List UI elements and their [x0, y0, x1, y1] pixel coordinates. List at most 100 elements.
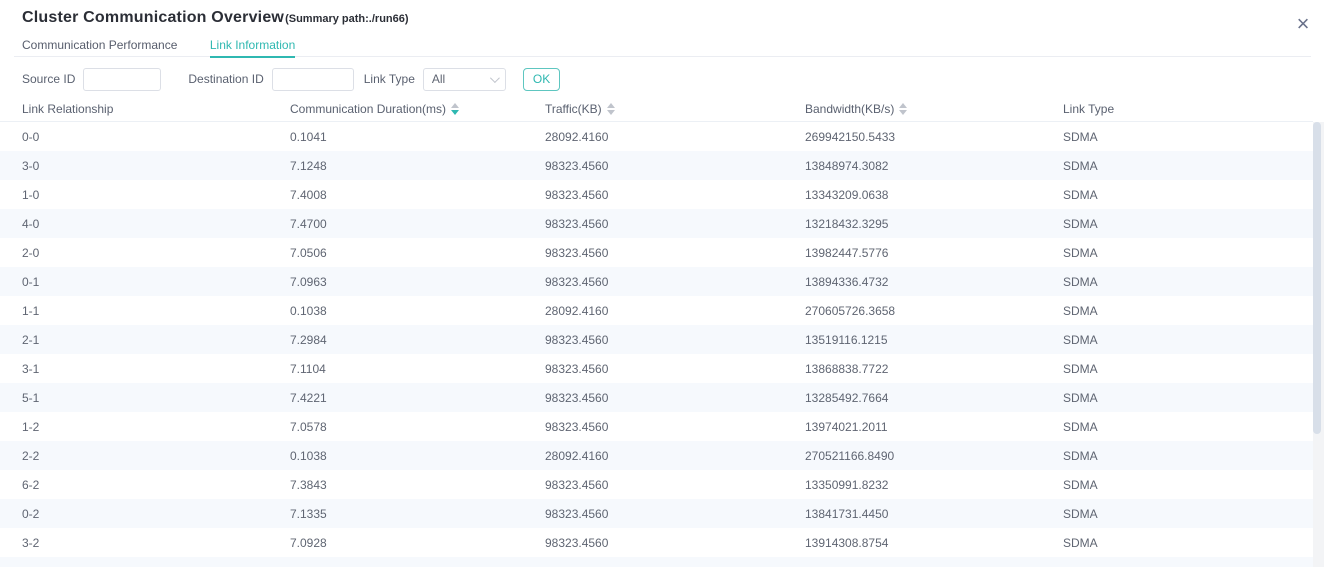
table-cell: 98323.4560 [545, 536, 805, 550]
table-row: 1-07.400898323.456013343209.0638SDMA [0, 180, 1313, 209]
table-row: 0-17.096398323.456013894336.4732SDMA [0, 267, 1313, 296]
table-cell: 13350991.8232 [805, 478, 1063, 492]
caret-up-icon [899, 103, 907, 108]
caret-down-icon [451, 110, 459, 115]
column-header-traffic: Traffic(KB) [545, 102, 805, 116]
table-cell: 28092.4160 [545, 449, 805, 463]
table-cell: 7.4700 [290, 217, 545, 231]
table-cell: 2-0 [22, 246, 290, 260]
tab-communication-performance[interactable]: Communication Performance [22, 34, 177, 58]
table-row: 6-27.384398323.456013350991.8232SDMA [0, 470, 1313, 499]
table-body: 0-00.104128092.4160269942150.5433SDMA 3-0… [0, 122, 1313, 567]
table-cell: 7.0963 [290, 275, 545, 289]
sort-button-traffic[interactable] [607, 103, 615, 115]
column-header-link-relationship: Link Relationship [22, 102, 290, 116]
table-row: 0-27.133598323.456013841731.4450SDMA [0, 499, 1313, 528]
table-row: 2-17.298498323.456013519116.1215SDMA [0, 325, 1313, 354]
table-cell: SDMA [1063, 217, 1313, 231]
table-cell: 0.1038 [290, 449, 545, 463]
table-cell: 7.1104 [290, 362, 545, 376]
table-header: Link Relationship Communication Duration… [0, 96, 1313, 122]
sort-button-communication-duration[interactable] [451, 103, 459, 115]
table-cell: SDMA [1063, 478, 1313, 492]
table-cell: SDMA [1063, 304, 1313, 318]
table-cell: 98323.4560 [545, 333, 805, 347]
table-cell: 98323.4560 [545, 420, 805, 434]
table-row: 3-17.110498323.456013868838.7722SDMA [0, 354, 1313, 383]
table-row: 4-07.470098323.456013218432.3295SDMA [0, 209, 1313, 238]
table-cell: 5-1 [22, 391, 290, 405]
table-row: 3-27.092898323.456013914308.8754SDMA [0, 528, 1313, 557]
table-cell: 7.3843 [290, 478, 545, 492]
table-cell: 7.0928 [290, 536, 545, 550]
link-type-select[interactable]: All [423, 68, 506, 91]
table-cell: 3-1 [22, 362, 290, 376]
table-cell: 98323.4560 [545, 217, 805, 231]
column-header-communication-duration: Communication Duration(ms) [290, 102, 545, 116]
column-header-label: Bandwidth(KB/s) [805, 102, 894, 116]
ok-button[interactable]: OK [523, 68, 560, 91]
table-cell: 0-1 [22, 275, 290, 289]
caret-up-icon [607, 103, 615, 108]
source-id-input[interactable] [83, 68, 161, 91]
table-row: 1-27.057898323.456013974021.2011SDMA [0, 412, 1313, 441]
table-cell: SDMA [1063, 188, 1313, 202]
table-cell: SDMA [1063, 420, 1313, 434]
table-cell: 7.2984 [290, 333, 545, 347]
table-cell: 13894336.4732 [805, 275, 1063, 289]
table-cell: 1-1 [22, 304, 290, 318]
destination-id-label: Destination ID [188, 72, 263, 86]
cluster-communication-overview-panel: Cluster Communication Overview(Summary p… [0, 0, 1325, 567]
caret-down-icon [607, 110, 615, 115]
table-cell: 98323.4560 [545, 275, 805, 289]
table-cell: 7.4221 [290, 391, 545, 405]
table-cell: SDMA [1063, 536, 1313, 550]
table-cell: 0.1041 [290, 130, 545, 144]
table-row: 2-07.050698323.456013982447.5776SDMA [0, 238, 1313, 267]
column-header-label: Communication Duration(ms) [290, 102, 446, 116]
table-cell: SDMA [1063, 449, 1313, 463]
table-row: 0-00.104128092.4160269942150.5433SDMA [0, 122, 1313, 151]
scrollbar-thumb[interactable] [1313, 122, 1321, 434]
table-row [0, 557, 1313, 567]
table-cell: 98323.4560 [545, 362, 805, 376]
chevron-down-icon [490, 73, 500, 83]
table-cell: 0.1038 [290, 304, 545, 318]
column-header-link-type: Link Type [1063, 102, 1313, 116]
table-cell: 7.4008 [290, 188, 545, 202]
table-cell: SDMA [1063, 391, 1313, 405]
page-title-text: Cluster Communication Overview [22, 9, 284, 26]
table-cell: 28092.4160 [545, 130, 805, 144]
table-cell: 3-0 [22, 159, 290, 173]
table-cell: SDMA [1063, 333, 1313, 347]
vertical-scrollbar [1313, 122, 1324, 567]
link-type-selected-value: All [432, 72, 445, 86]
column-header-label: Link Relationship [22, 102, 113, 116]
page-title: Cluster Communication Overview(Summary p… [22, 9, 409, 27]
table-cell: SDMA [1063, 159, 1313, 173]
table-row: 1-10.103828092.4160270605726.3658SDMA [0, 296, 1313, 325]
table-cell: 7.0578 [290, 420, 545, 434]
table-cell: 4-0 [22, 217, 290, 231]
sort-button-bandwidth[interactable] [899, 103, 907, 115]
table-cell: 98323.4560 [545, 478, 805, 492]
table-cell: 6-2 [22, 478, 290, 492]
close-icon[interactable]: × [1291, 12, 1315, 36]
table-cell: 13914308.8754 [805, 536, 1063, 550]
column-header-label: Link Type [1063, 102, 1114, 116]
table-cell: 269942150.5433 [805, 130, 1063, 144]
tab-link-information[interactable]: Link Information [210, 34, 295, 58]
table-cell: 13343209.0638 [805, 188, 1063, 202]
caret-up-icon [451, 103, 459, 108]
table-cell: SDMA [1063, 362, 1313, 376]
table-cell: 13519116.1215 [805, 333, 1063, 347]
table-cell: 98323.4560 [545, 188, 805, 202]
table-cell: 13982447.5776 [805, 246, 1063, 260]
table-row: 2-20.103828092.4160270521166.8490SDMA [0, 441, 1313, 470]
table-cell: 3-2 [22, 536, 290, 550]
table-cell: 0-2 [22, 507, 290, 521]
destination-id-input[interactable] [272, 68, 354, 91]
table-cell: 13841731.4450 [805, 507, 1063, 521]
table-cell: 13218432.3295 [805, 217, 1063, 231]
table-cell: 98323.4560 [545, 246, 805, 260]
